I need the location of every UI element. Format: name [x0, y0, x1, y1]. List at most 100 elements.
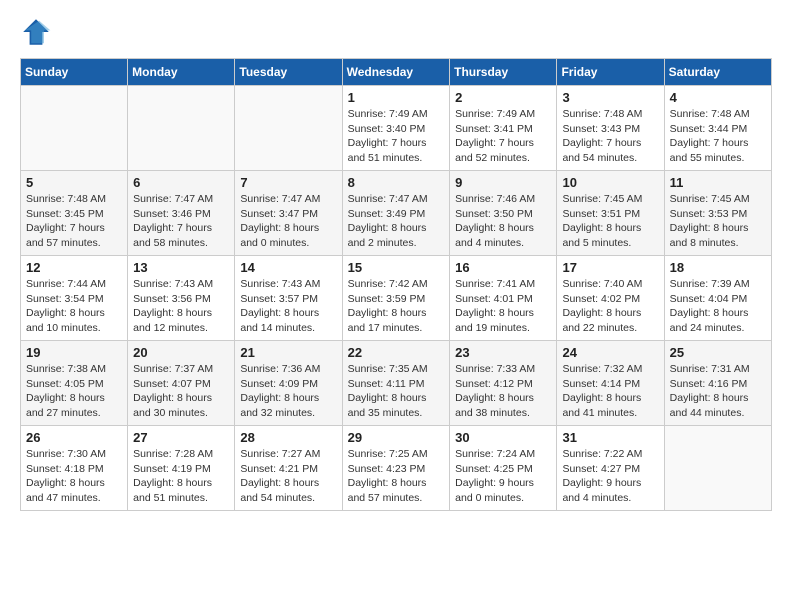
day-cell: 24 Sunrise: 7:32 AM Sunset: 4:14 PM Dayli… [557, 341, 664, 426]
day-info: Sunrise: 7:37 AM Sunset: 4:07 PM Dayligh… [133, 362, 229, 421]
day-number: 25 [670, 345, 766, 360]
day-cell: 15 Sunrise: 7:42 AM Sunset: 3:59 PM Dayli… [342, 256, 450, 341]
day-number: 11 [670, 175, 766, 190]
calendar-table: SundayMondayTuesdayWednesdayThursdayFrid… [20, 58, 772, 511]
day-info: Sunrise: 7:22 AM Sunset: 4:27 PM Dayligh… [562, 447, 658, 506]
day-header-wednesday: Wednesday [342, 59, 450, 86]
day-number: 18 [670, 260, 766, 275]
day-cell: 26 Sunrise: 7:30 AM Sunset: 4:18 PM Dayli… [21, 426, 128, 511]
day-cell: 7Sunrise: 7:47 AM Sunset: 3:47 PM Daylig… [235, 171, 342, 256]
day-number: 15 [348, 260, 445, 275]
day-cell [128, 86, 235, 171]
day-info: Sunrise: 7:48 AM Sunset: 3:43 PM Dayligh… [562, 107, 658, 166]
day-info: Sunrise: 7:49 AM Sunset: 3:41 PM Dayligh… [455, 107, 551, 166]
day-cell: 8 Sunrise: 7:47 AM Sunset: 3:49 PM Daylig… [342, 171, 450, 256]
day-number: 26 [26, 430, 122, 445]
day-cell [21, 86, 128, 171]
day-number: 22 [348, 345, 445, 360]
week-row-5: 26 Sunrise: 7:30 AM Sunset: 4:18 PM Dayli… [21, 426, 772, 511]
day-info: Sunrise: 7:47 AM Sunset: 3:49 PM Dayligh… [348, 192, 445, 251]
day-cell: 21 Sunrise: 7:36 AM Sunset: 4:09 PM Dayli… [235, 341, 342, 426]
day-info: Sunrise: 7:39 AM Sunset: 4:04 PM Dayligh… [670, 277, 766, 336]
day-info: Sunrise: 7:45 AM Sunset: 3:51 PM Dayligh… [562, 192, 658, 251]
day-info: Sunrise: 7:40 AM Sunset: 4:02 PM Dayligh… [562, 277, 658, 336]
day-info: Sunrise: 7:30 AM Sunset: 4:18 PM Dayligh… [26, 447, 122, 506]
day-number: 24 [562, 345, 658, 360]
day-header-tuesday: Tuesday [235, 59, 342, 86]
day-cell [664, 426, 771, 511]
day-info: Sunrise: 7:44 AM Sunset: 3:54 PM Dayligh… [26, 277, 122, 336]
day-header-friday: Friday [557, 59, 664, 86]
day-cell: 29 Sunrise: 7:25 AM Sunset: 4:23 PM Dayli… [342, 426, 450, 511]
day-number: 27 [133, 430, 229, 445]
day-cell: 23 Sunrise: 7:33 AM Sunset: 4:12 PM Dayli… [450, 341, 557, 426]
day-number: 5 [26, 175, 122, 190]
day-cell: 12 Sunrise: 7:44 AM Sunset: 3:54 PM Dayli… [21, 256, 128, 341]
day-info: Sunrise: 7:25 AM Sunset: 4:23 PM Dayligh… [348, 447, 445, 506]
day-number: 31 [562, 430, 658, 445]
day-info: Sunrise: 7:36 AM Sunset: 4:09 PM Dayligh… [240, 362, 336, 421]
week-row-4: 19 Sunrise: 7:38 AM Sunset: 4:05 PM Dayli… [21, 341, 772, 426]
day-cell: 6 Sunrise: 7:47 AM Sunset: 3:46 PM Daylig… [128, 171, 235, 256]
day-cell: 4 Sunrise: 7:48 AM Sunset: 3:44 PM Daylig… [664, 86, 771, 171]
day-number: 3 [562, 90, 658, 105]
day-number: 14 [240, 260, 336, 275]
day-number: 8 [348, 175, 445, 190]
day-cell: 11 Sunrise: 7:45 AM Sunset: 3:53 PM Dayli… [664, 171, 771, 256]
day-cell: 3 Sunrise: 7:48 AM Sunset: 3:43 PM Daylig… [557, 86, 664, 171]
day-cell: 13 Sunrise: 7:43 AM Sunset: 3:56 PM Dayli… [128, 256, 235, 341]
day-number: 28 [240, 430, 336, 445]
day-info: Sunrise: 7:48 AM Sunset: 3:44 PM Dayligh… [670, 107, 766, 166]
day-cell: 17 Sunrise: 7:40 AM Sunset: 4:02 PM Dayli… [557, 256, 664, 341]
day-number: 2 [455, 90, 551, 105]
page-header [20, 16, 772, 48]
day-cell: 28 Sunrise: 7:27 AM Sunset: 4:21 PM Dayli… [235, 426, 342, 511]
day-number: 20 [133, 345, 229, 360]
day-info: Sunrise: 7:49 AM Sunset: 3:40 PM Dayligh… [348, 107, 445, 166]
day-info: Sunrise: 7:27 AM Sunset: 4:21 PM Dayligh… [240, 447, 336, 506]
day-number: 4 [670, 90, 766, 105]
day-info: Sunrise: 7:41 AM Sunset: 4:01 PM Dayligh… [455, 277, 551, 336]
day-info: Sunrise: 7:42 AM Sunset: 3:59 PM Dayligh… [348, 277, 445, 336]
day-info: Sunrise: 7:38 AM Sunset: 4:05 PM Dayligh… [26, 362, 122, 421]
day-info: Sunrise: 7:33 AM Sunset: 4:12 PM Dayligh… [455, 362, 551, 421]
day-cell: 27Sunrise: 7:28 AM Sunset: 4:19 PM Dayli… [128, 426, 235, 511]
day-header-sunday: Sunday [21, 59, 128, 86]
day-info: Sunrise: 7:32 AM Sunset: 4:14 PM Dayligh… [562, 362, 658, 421]
day-number: 10 [562, 175, 658, 190]
day-header-saturday: Saturday [664, 59, 771, 86]
day-number: 21 [240, 345, 336, 360]
day-number: 19 [26, 345, 122, 360]
day-info: Sunrise: 7:31 AM Sunset: 4:16 PM Dayligh… [670, 362, 766, 421]
week-row-2: 5Sunrise: 7:48 AM Sunset: 3:45 PM Daylig… [21, 171, 772, 256]
day-header-monday: Monday [128, 59, 235, 86]
day-number: 12 [26, 260, 122, 275]
day-number: 6 [133, 175, 229, 190]
day-cell: 19 Sunrise: 7:38 AM Sunset: 4:05 PM Dayli… [21, 341, 128, 426]
day-number: 1 [348, 90, 445, 105]
logo [20, 16, 56, 48]
day-cell: 14 Sunrise: 7:43 AM Sunset: 3:57 PM Dayli… [235, 256, 342, 341]
logo-icon [20, 16, 52, 48]
day-number: 17 [562, 260, 658, 275]
day-cell: 16Sunrise: 7:41 AM Sunset: 4:01 PM Dayli… [450, 256, 557, 341]
day-info: Sunrise: 7:43 AM Sunset: 3:56 PM Dayligh… [133, 277, 229, 336]
day-cell: 20 Sunrise: 7:37 AM Sunset: 4:07 PM Dayli… [128, 341, 235, 426]
day-number: 23 [455, 345, 551, 360]
day-cell: 5Sunrise: 7:48 AM Sunset: 3:45 PM Daylig… [21, 171, 128, 256]
day-info: Sunrise: 7:45 AM Sunset: 3:53 PM Dayligh… [670, 192, 766, 251]
week-row-3: 12 Sunrise: 7:44 AM Sunset: 3:54 PM Dayli… [21, 256, 772, 341]
day-number: 9 [455, 175, 551, 190]
day-number: 29 [348, 430, 445, 445]
days-header-row: SundayMondayTuesdayWednesdayThursdayFrid… [21, 59, 772, 86]
day-number: 30 [455, 430, 551, 445]
day-cell [235, 86, 342, 171]
day-cell: 2 Sunrise: 7:49 AM Sunset: 3:41 PM Daylig… [450, 86, 557, 171]
day-cell: 10 Sunrise: 7:45 AM Sunset: 3:51 PM Dayli… [557, 171, 664, 256]
day-number: 13 [133, 260, 229, 275]
day-info: Sunrise: 7:43 AM Sunset: 3:57 PM Dayligh… [240, 277, 336, 336]
day-cell: 25 Sunrise: 7:31 AM Sunset: 4:16 PM Dayli… [664, 341, 771, 426]
day-info: Sunrise: 7:47 AM Sunset: 3:46 PM Dayligh… [133, 192, 229, 251]
day-info: Sunrise: 7:46 AM Sunset: 3:50 PM Dayligh… [455, 192, 551, 251]
day-cell: 30Sunrise: 7:24 AM Sunset: 4:25 PM Dayli… [450, 426, 557, 511]
